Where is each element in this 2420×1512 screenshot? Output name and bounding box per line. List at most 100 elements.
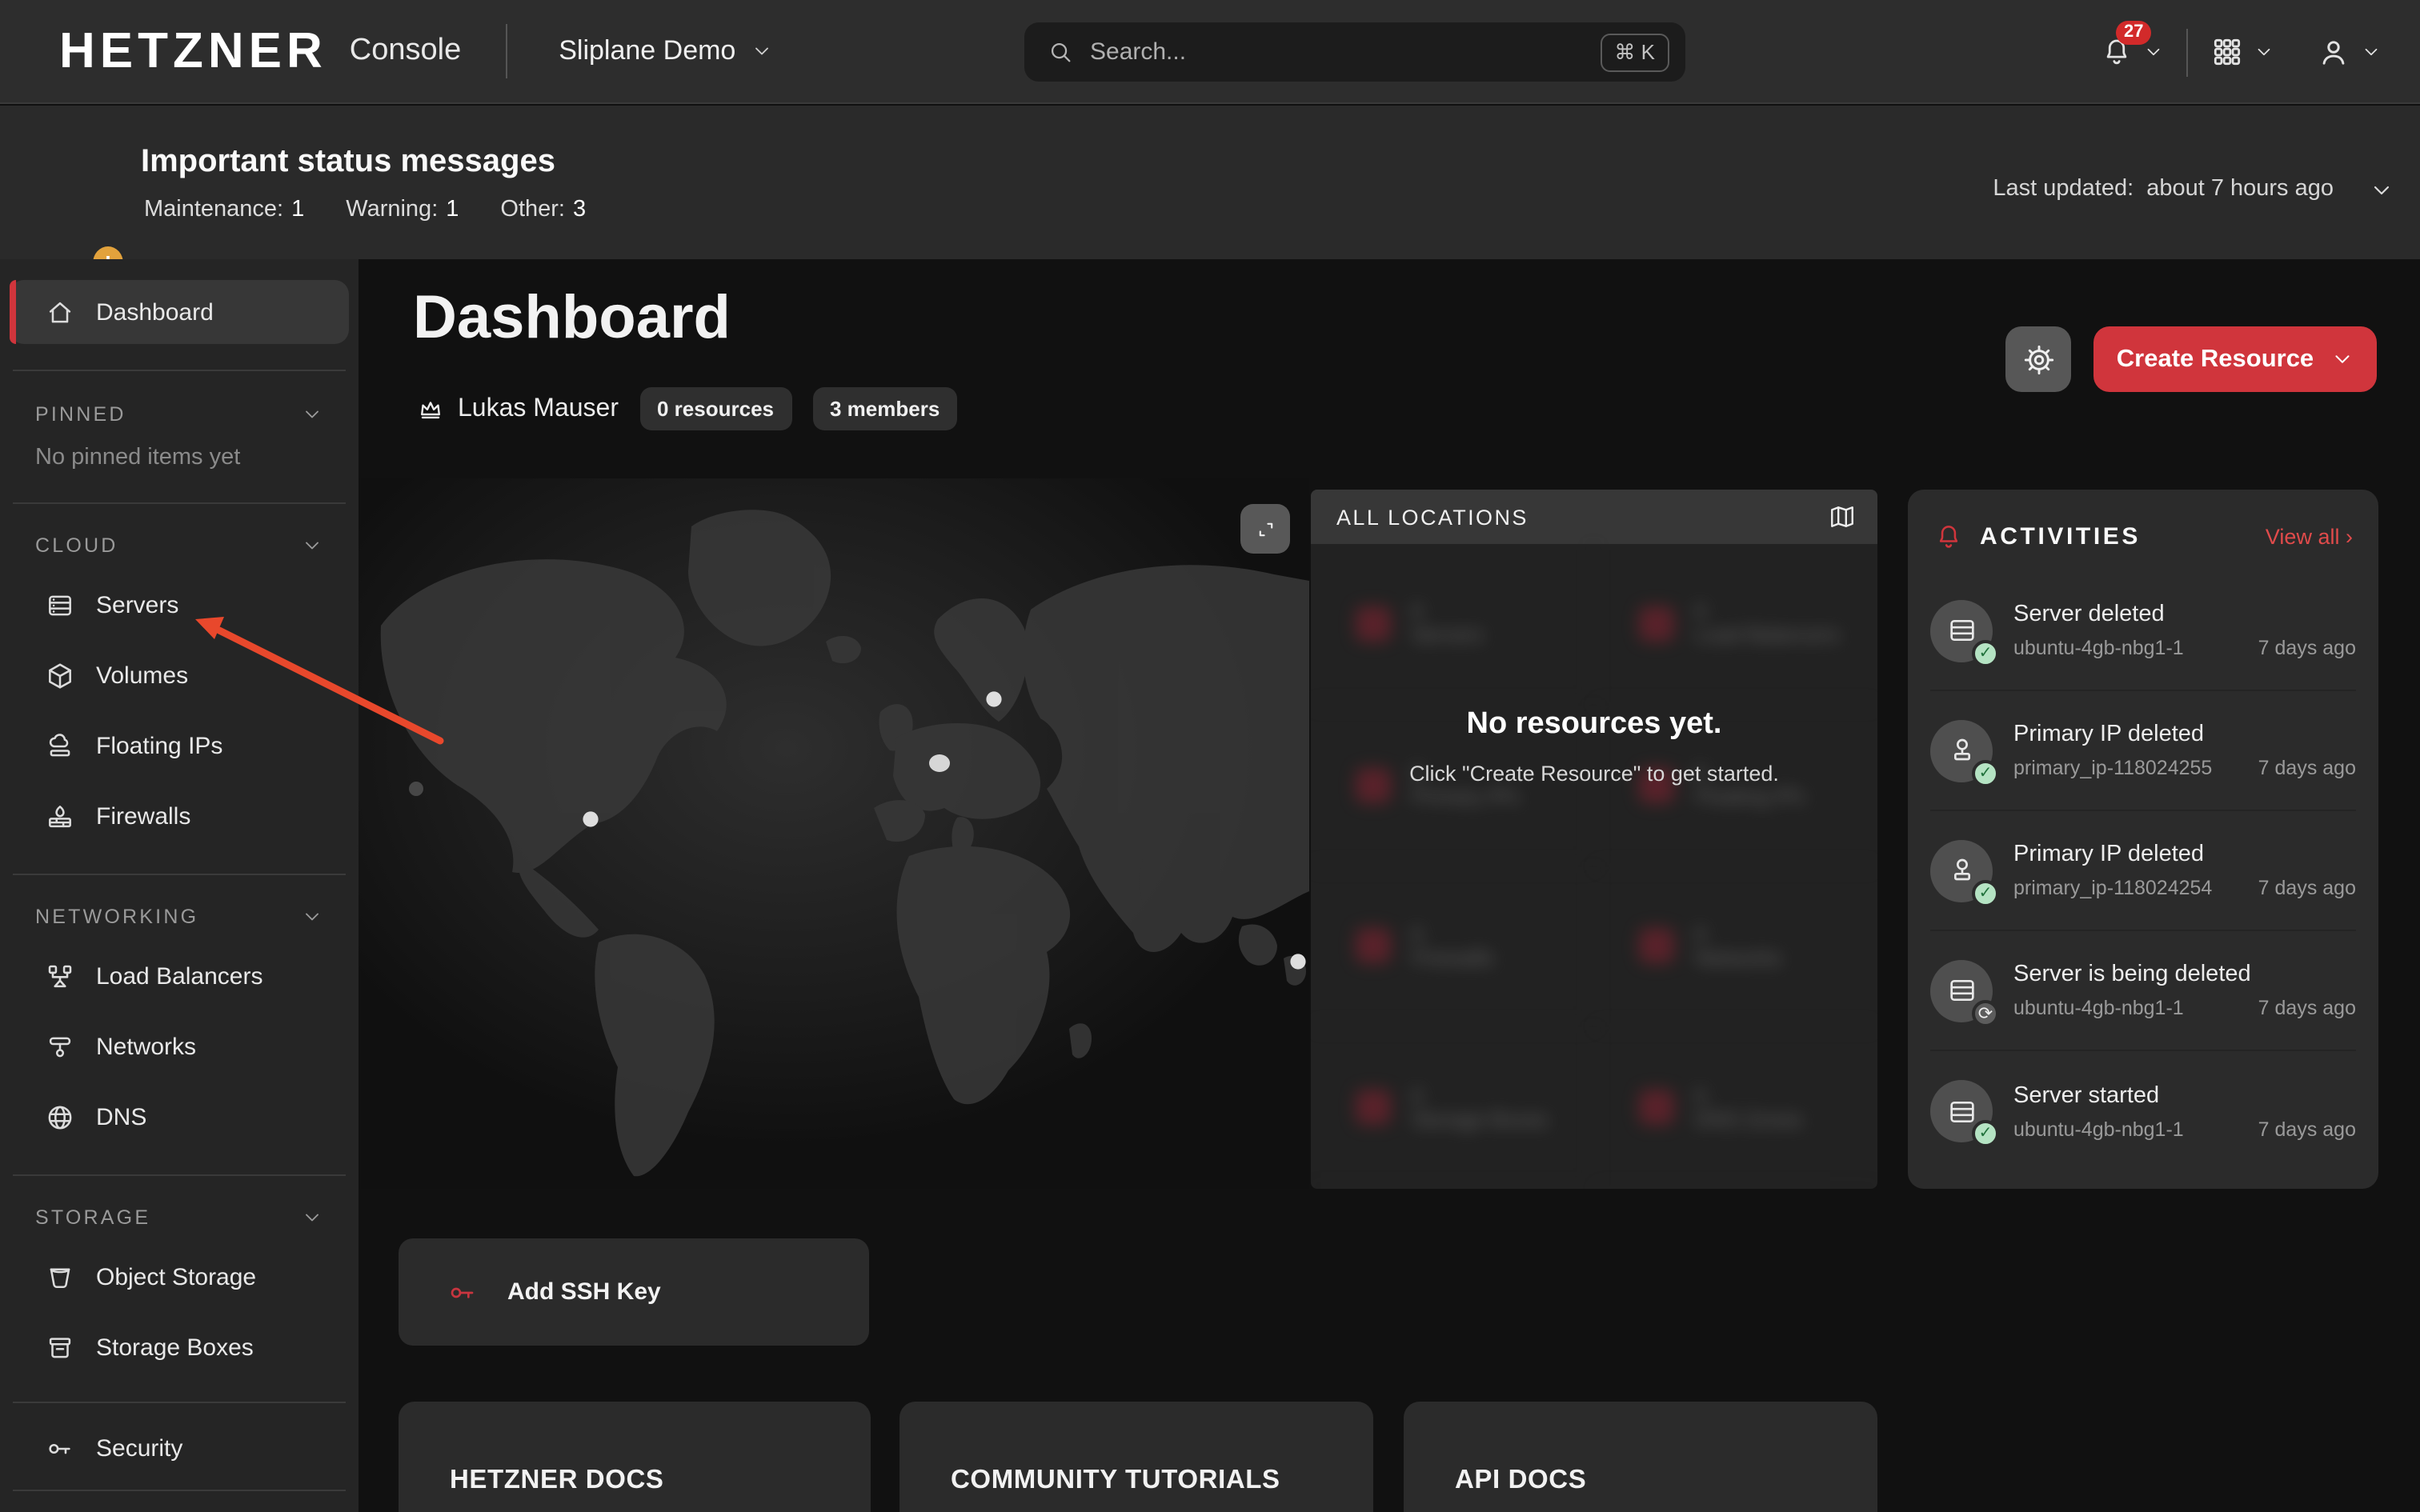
server-icon bbox=[1945, 614, 1977, 646]
last-updated[interactable]: Last updated: about 7 hours ago bbox=[1993, 176, 2334, 202]
project-owner: Lukas Mauser bbox=[416, 394, 619, 423]
gear-icon bbox=[2021, 342, 2056, 377]
project-meta: Lukas Mauser 0 resources 3 members bbox=[416, 387, 957, 430]
activities-header: ACTIVITIES View all › bbox=[1930, 515, 2356, 571]
sidebar-item-storage-boxes[interactable]: Storage Boxes bbox=[0, 1312, 359, 1382]
sidebar-item-label: DNS bbox=[96, 1103, 146, 1130]
activities-title: ACTIVITIES bbox=[1980, 523, 2250, 550]
chevron-down-icon bbox=[2143, 42, 2164, 62]
map-expand-button[interactable] bbox=[1240, 504, 1290, 554]
world-map bbox=[359, 478, 1309, 1189]
activity-item[interactable]: ✓ Server started ubuntu-4gb-nbg1-17 days… bbox=[1930, 1051, 2356, 1171]
activity-item[interactable]: ✓ Primary IP deleted primary_ip-11802425… bbox=[1930, 811, 2356, 931]
all-locations-panel: ALL LOCATIONS 0Servers 0Load Balancers 0… bbox=[1311, 490, 1877, 1189]
sidebar-section-pinned[interactable]: PINNED bbox=[0, 400, 359, 429]
sidebar-item-servers[interactable]: Servers bbox=[0, 570, 359, 640]
chevron-down-icon bbox=[2330, 347, 2354, 371]
sidebar-item-label: Servers bbox=[96, 591, 178, 618]
account-menu-button[interactable] bbox=[2316, 34, 2382, 70]
members-count-badge[interactable]: 3 members bbox=[812, 387, 957, 430]
hetzner-docs-card[interactable]: HETZNER DOCS bbox=[399, 1402, 871, 1512]
create-resource-button[interactable]: Create Resource bbox=[2093, 326, 2377, 392]
server-icon bbox=[45, 590, 75, 620]
sidebar-item-label: Firewalls bbox=[96, 802, 190, 830]
activity-item[interactable]: ✓ Primary IP deleted primary_ip-11802425… bbox=[1930, 691, 2356, 811]
activity-resource: ubuntu-4gb-nbg1-1 bbox=[2013, 1118, 2184, 1140]
chevron-down-icon bbox=[301, 906, 323, 928]
home-icon bbox=[45, 297, 75, 327]
card-title: HETZNER DOCS bbox=[450, 1466, 871, 1496]
status-other: Other:3 bbox=[500, 197, 586, 222]
activity-resource: ubuntu-4gb-nbg1-1 bbox=[2013, 637, 2184, 659]
chevron-down-icon bbox=[750, 40, 772, 62]
sidebar-section-networking[interactable]: NETWORKING bbox=[0, 902, 359, 931]
sidebar-item-dashboard[interactable]: Dashboard bbox=[10, 280, 349, 344]
sidebar-item-networks[interactable]: Networks bbox=[0, 1011, 359, 1082]
no-resources-message: No resources yet. Click "Create Resource… bbox=[1311, 490, 1877, 1069]
grid-icon bbox=[2210, 35, 2244, 69]
org-switcher[interactable]: Sliplane Demo bbox=[559, 35, 772, 67]
sidebar-section-storage[interactable]: STORAGE bbox=[0, 1203, 359, 1232]
page-title: Dashboard bbox=[413, 285, 731, 354]
chevron-right-icon: › bbox=[2346, 525, 2353, 549]
load-balancer-icon bbox=[45, 961, 75, 991]
success-badge-icon: ✓ bbox=[1972, 1120, 1999, 1147]
no-resources-subtitle: Click "Create Resource" to get started. bbox=[1409, 762, 1779, 786]
status-messages-bar: ! Important status messages Maintenance:… bbox=[0, 106, 2420, 259]
resource-icon bbox=[1356, 1090, 1391, 1125]
sidebar-item-object-storage[interactable]: Object Storage bbox=[0, 1242, 359, 1312]
floating-ip-icon bbox=[45, 730, 75, 761]
crown-icon bbox=[416, 394, 445, 423]
sidebar-item-load-balancers[interactable]: Load Balancers bbox=[0, 941, 359, 1011]
activity-time: 7 days ago bbox=[2258, 637, 2356, 659]
activity-resource: ubuntu-4gb-nbg1-1 bbox=[2013, 997, 2184, 1019]
activity-item[interactable]: ⟳ Server is being deleted ubuntu-4gb-nbg… bbox=[1930, 931, 2356, 1051]
chevron-down-icon bbox=[301, 534, 323, 557]
search-input[interactable]: Search... ⌘ K bbox=[1024, 22, 1685, 82]
sidebar-item-firewalls[interactable]: Firewalls bbox=[0, 781, 359, 851]
chevron-down-icon bbox=[301, 1206, 323, 1229]
main-content: Dashboard Lukas Mauser 0 resources 3 mem… bbox=[359, 259, 2420, 1512]
activity-title: Server started bbox=[2013, 1082, 2356, 1108]
sidebar-item-label: Object Storage bbox=[96, 1263, 256, 1290]
no-resources-title: No resources yet. bbox=[1467, 707, 1722, 742]
community-tutorials-card[interactable]: COMMUNITY TUTORIALS bbox=[899, 1402, 1373, 1512]
sidebar-item-security[interactable]: Security bbox=[0, 1416, 359, 1480]
activity-avatar: ✓ bbox=[1930, 719, 1993, 782]
in-progress-badge-icon: ⟳ bbox=[1972, 999, 1999, 1026]
add-ssh-key-button[interactable]: Add SSH Key bbox=[399, 1238, 869, 1346]
api-docs-card[interactable]: API DOCS bbox=[1404, 1402, 1877, 1512]
activity-avatar: ✓ bbox=[1930, 599, 1993, 662]
activity-avatar: ✓ bbox=[1930, 1080, 1993, 1142]
sidebar-item-volumes[interactable]: Volumes bbox=[0, 640, 359, 710]
notification-count-badge: 27 bbox=[2116, 21, 2152, 45]
activity-item[interactable]: ✓ Server deleted ubuntu-4gb-nbg1-17 days… bbox=[1930, 571, 2356, 691]
last-updated-value: about 7 hours ago bbox=[2146, 176, 2334, 202]
hetzner-console-app: HETZNER Console Sliplane Demo Search... … bbox=[0, 0, 2420, 1512]
activity-time: 7 days ago bbox=[2258, 997, 2356, 1019]
success-badge-icon: ✓ bbox=[1972, 879, 1999, 906]
sidebar-item-floating-ips[interactable]: Floating IPs bbox=[0, 710, 359, 781]
globe-icon bbox=[45, 1102, 75, 1132]
primary-ip-icon bbox=[1945, 854, 1977, 886]
chevron-down-icon bbox=[301, 403, 323, 426]
pinned-empty-text: No pinned items yet bbox=[0, 429, 359, 470]
sidebar-item-label: Volumes bbox=[96, 662, 188, 689]
nav-divider bbox=[2186, 28, 2188, 76]
divider bbox=[13, 370, 346, 371]
view-all-link[interactable]: View all › bbox=[2266, 525, 2353, 549]
activities-panel: ACTIVITIES View all › ✓ Server deleted u… bbox=[1908, 490, 2378, 1189]
search-icon bbox=[1047, 38, 1074, 66]
chevron-down-icon bbox=[2361, 42, 2382, 62]
notifications-button[interactable]: 27 bbox=[2100, 35, 2164, 69]
project-settings-button[interactable] bbox=[2005, 326, 2071, 392]
divider bbox=[13, 1490, 346, 1491]
success-badge-icon: ✓ bbox=[1972, 639, 1999, 666]
apps-menu-button[interactable] bbox=[2210, 35, 2274, 69]
sidebar-section-cloud[interactable]: CLOUD bbox=[0, 531, 359, 560]
divider bbox=[13, 1174, 346, 1176]
divider bbox=[13, 502, 346, 504]
top-navigation: HETZNER Console Sliplane Demo Search... … bbox=[0, 0, 2420, 104]
sidebar-item-dns[interactable]: DNS bbox=[0, 1082, 359, 1152]
activity-time: 7 days ago bbox=[2258, 757, 2356, 779]
